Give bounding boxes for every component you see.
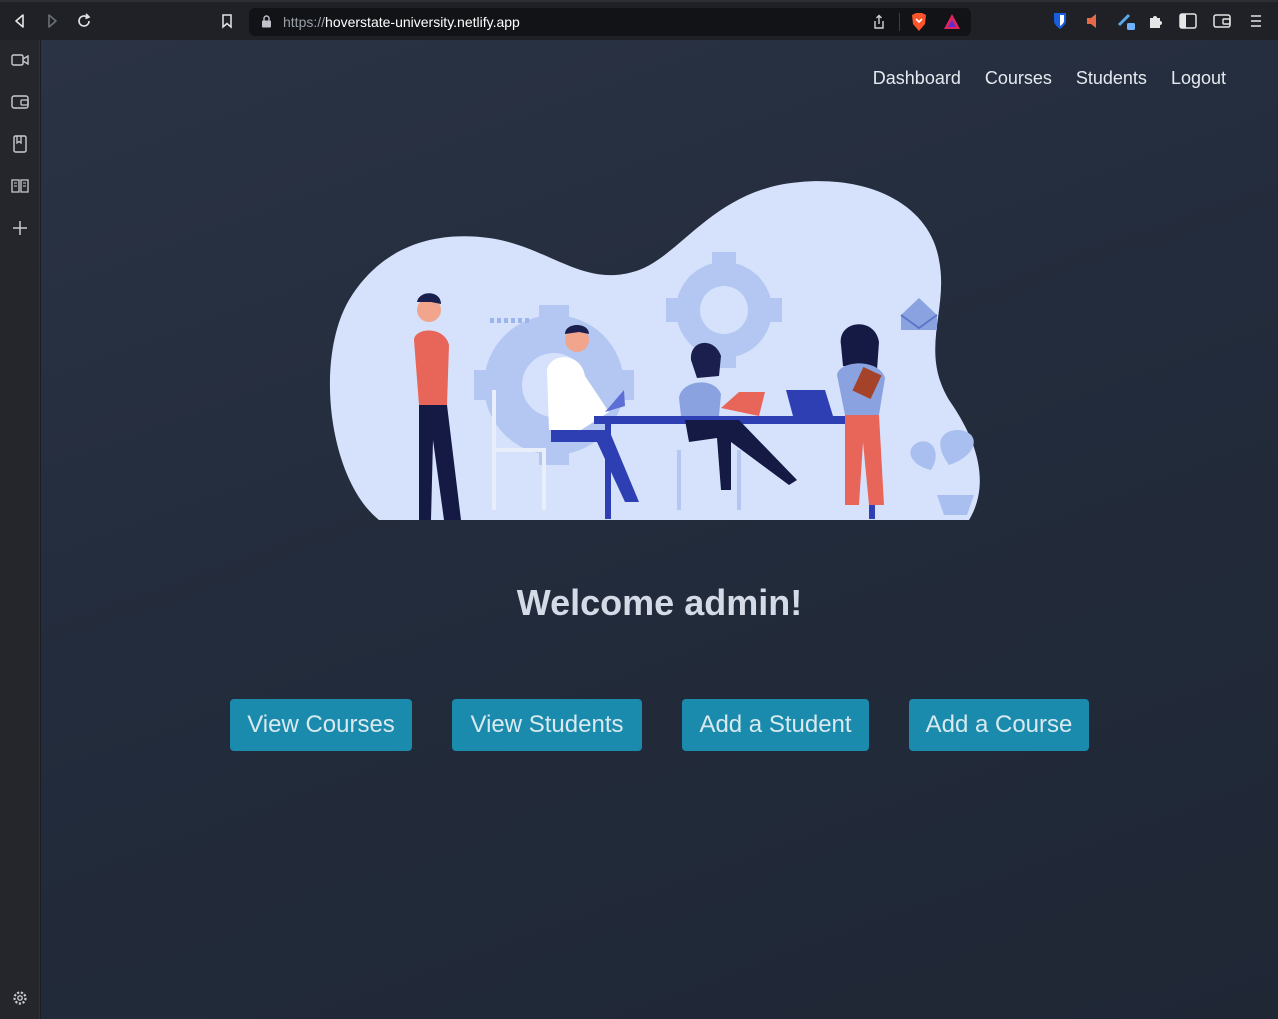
bitwarden-extension-icon[interactable] bbox=[1049, 10, 1071, 32]
menu-icon[interactable] bbox=[1245, 10, 1267, 32]
browser-toolbar: https://hoverstate-university.netlify.ap… bbox=[0, 0, 1278, 40]
rewards-icon[interactable] bbox=[943, 13, 961, 36]
share-icon[interactable] bbox=[872, 14, 886, 35]
brave-shield-icon[interactable] bbox=[910, 12, 928, 37]
laptop-blue bbox=[786, 390, 833, 416]
add-icon[interactable] bbox=[9, 217, 31, 239]
nav-link-logout[interactable]: Logout bbox=[1171, 68, 1226, 89]
forward-icon[interactable] bbox=[41, 10, 63, 32]
reading-list-icon[interactable] bbox=[9, 133, 31, 155]
lock-icon bbox=[261, 15, 272, 33]
address-bar[interactable]: https://hoverstate-university.netlify.ap… bbox=[249, 8, 971, 36]
welcome-heading: Welcome admin! bbox=[516, 582, 803, 623]
top-nav: Dashboard Courses Students Logout bbox=[873, 68, 1226, 89]
url-text: https://hoverstate-university.netlify.ap… bbox=[283, 14, 520, 30]
add-student-button[interactable]: Add a Student bbox=[682, 699, 869, 751]
add-course-button[interactable]: Add a Course bbox=[909, 699, 1089, 751]
nav-link-courses[interactable]: Courses bbox=[985, 68, 1052, 89]
settings-icon[interactable] bbox=[9, 987, 31, 1009]
page-content: Dashboard Courses Students Logout Welcom… bbox=[41, 40, 1278, 1019]
url-scheme: https:// bbox=[283, 14, 326, 30]
sidebar-toggle-icon[interactable] bbox=[1177, 10, 1199, 32]
divider bbox=[899, 13, 900, 31]
audio-extension-icon[interactable] bbox=[1082, 10, 1104, 32]
nav-link-dashboard[interactable]: Dashboard bbox=[873, 68, 961, 89]
back-icon[interactable] bbox=[9, 10, 31, 32]
nav-link-students[interactable]: Students bbox=[1076, 68, 1147, 89]
pen-extension-icon[interactable] bbox=[1116, 10, 1138, 32]
reload-icon[interactable] bbox=[73, 10, 95, 32]
puzzle-icon[interactable] bbox=[1145, 10, 1167, 32]
browser-sidebar bbox=[0, 40, 40, 1019]
wallet-icon[interactable] bbox=[1211, 10, 1233, 32]
video-icon[interactable] bbox=[9, 49, 31, 71]
view-courses-button[interactable]: View Courses bbox=[230, 699, 412, 751]
url-host: hoverstate-university.netlify.app bbox=[325, 14, 520, 30]
hero-illustration bbox=[319, 180, 989, 525]
wallet-sidebar-icon[interactable] bbox=[9, 91, 31, 113]
book-icon[interactable] bbox=[9, 175, 31, 197]
view-students-button[interactable]: View Students bbox=[452, 699, 642, 751]
bookmark-icon[interactable] bbox=[216, 10, 238, 32]
